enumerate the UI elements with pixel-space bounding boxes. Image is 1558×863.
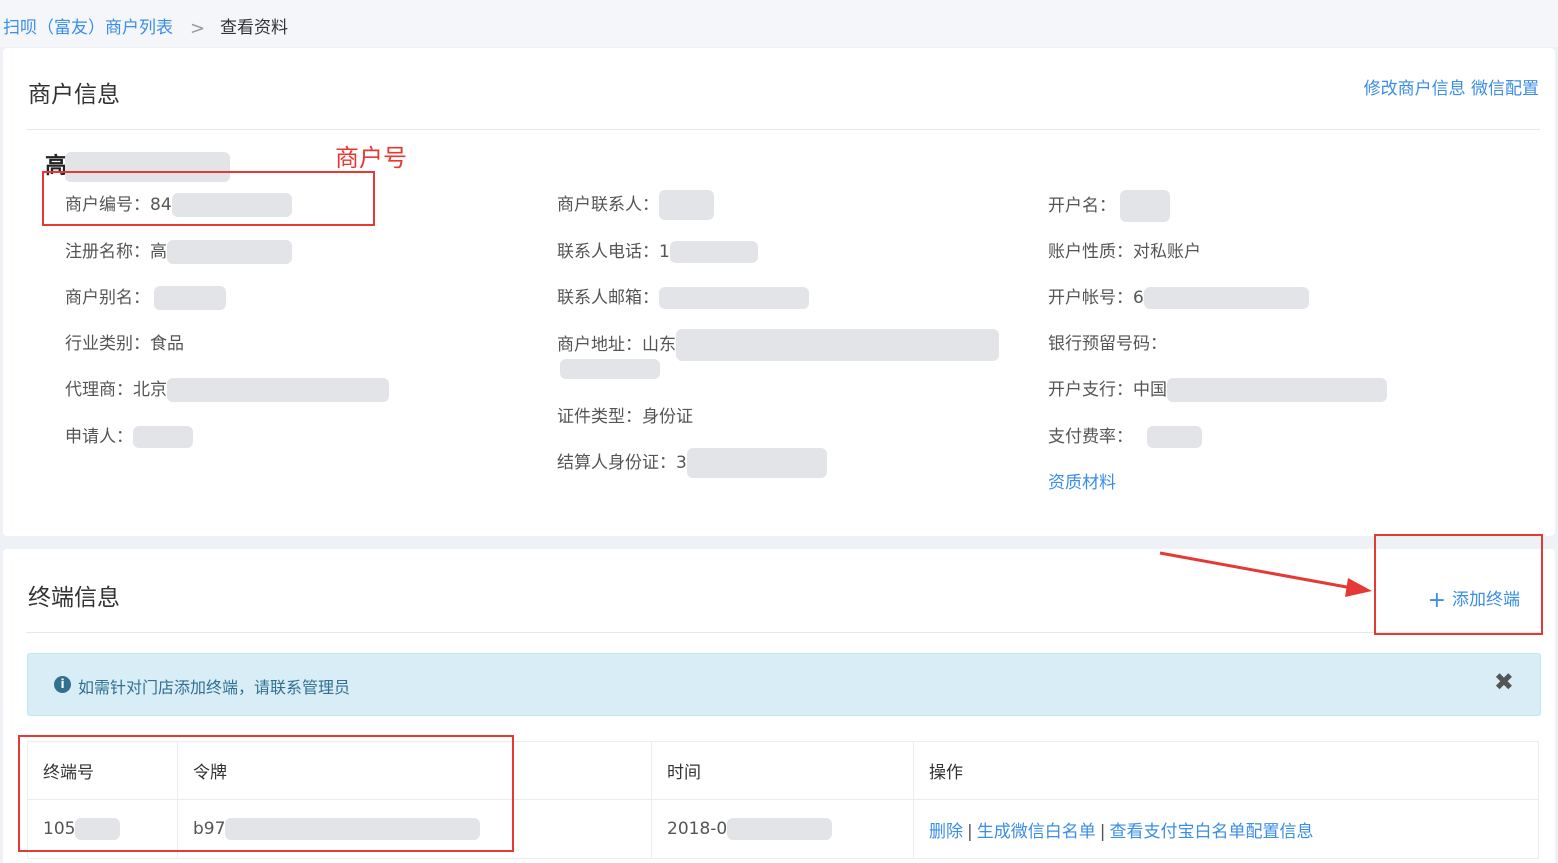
annotation-arrow <box>1159 551 1372 597</box>
annotation-terminal-token-box <box>18 735 514 852</box>
annotation-add-terminal-box <box>1374 534 1543 635</box>
